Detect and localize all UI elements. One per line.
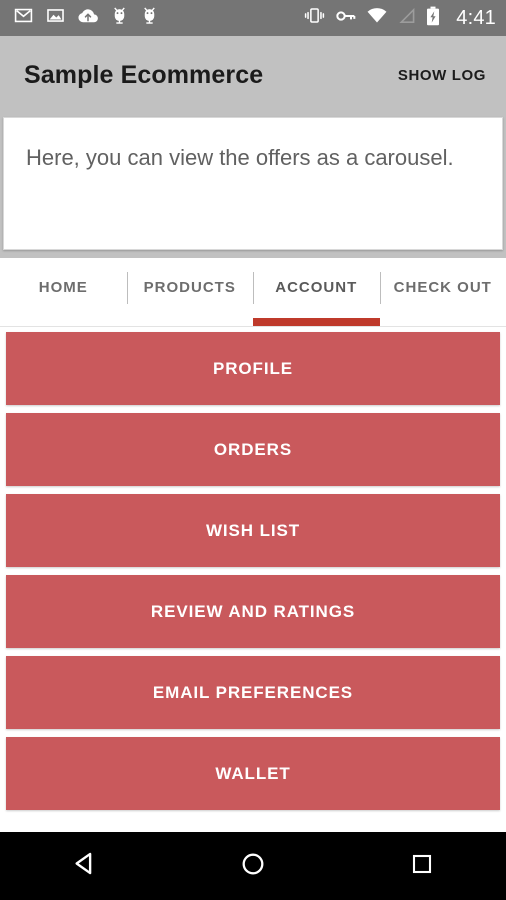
signal-icon bbox=[398, 7, 415, 29]
account-menu-list: PROFILE ORDERS WISH LIST REVIEW AND RATI… bbox=[0, 326, 506, 832]
wish-list-button[interactable]: WISH LIST bbox=[6, 494, 500, 567]
tab-home[interactable]: HOME bbox=[0, 258, 127, 326]
page-title: Sample Ecommerce bbox=[24, 60, 264, 89]
tab-check-out-label: CHECK OUT bbox=[393, 278, 492, 296]
android-screen: 4:41 Sample Ecommerce SHOW LOG Here, you… bbox=[0, 0, 506, 900]
tab-account-label: ACCOUNT bbox=[275, 278, 358, 296]
recents-icon bbox=[410, 852, 434, 881]
orders-button[interactable]: ORDERS bbox=[6, 413, 500, 486]
screenshot-image-icon bbox=[46, 6, 65, 30]
tab-home-label: HOME bbox=[38, 278, 88, 296]
show-log-button[interactable]: SHOW LOG bbox=[392, 59, 492, 92]
nav-home-button[interactable] bbox=[169, 851, 338, 882]
tab-check-out[interactable]: CHECK OUT bbox=[379, 258, 506, 326]
tab-products-label: PRODUCTS bbox=[143, 278, 236, 296]
battery-charging-icon bbox=[426, 6, 440, 31]
cloud-upload-icon bbox=[78, 6, 98, 31]
status-bar: 4:41 bbox=[0, 0, 506, 36]
carousel-card-container: Here, you can view the offers as a carou… bbox=[0, 114, 506, 258]
status-bar-clock: 4:41 bbox=[456, 7, 496, 29]
nav-recents-button[interactable] bbox=[337, 852, 506, 881]
wallet-button[interactable]: WALLET bbox=[6, 737, 500, 810]
status-bar-left-icons bbox=[14, 6, 158, 31]
gmail-icon bbox=[14, 6, 33, 30]
app-bar: Sample Ecommerce SHOW LOG bbox=[0, 36, 506, 114]
tab-products[interactable]: PRODUCTS bbox=[126, 258, 254, 326]
tab-account[interactable]: ACCOUNT bbox=[253, 258, 380, 326]
vibrate-icon bbox=[304, 7, 325, 29]
nav-back-button[interactable] bbox=[0, 850, 169, 882]
android-debug-icon bbox=[111, 6, 128, 30]
status-bar-right-icons: 4:41 bbox=[304, 6, 496, 31]
email-preferences-button[interactable]: EMAIL PREFERENCES bbox=[6, 656, 500, 729]
back-icon bbox=[71, 850, 98, 882]
android-debug-icon-2 bbox=[141, 6, 158, 30]
wifi-icon bbox=[367, 7, 387, 29]
review-and-ratings-button[interactable]: REVIEW AND RATINGS bbox=[6, 575, 500, 648]
carousel-card[interactable]: Here, you can view the offers as a carou… bbox=[3, 117, 503, 250]
tab-bar: HOME PRODUCTS ACCOUNT CHECK OUT bbox=[0, 258, 506, 326]
carousel-card-text: Here, you can view the offers as a carou… bbox=[26, 145, 454, 170]
tab-selected-indicator bbox=[253, 318, 380, 326]
home-icon bbox=[240, 851, 266, 882]
system-navigation-bar bbox=[0, 832, 506, 900]
profile-button[interactable]: PROFILE bbox=[6, 332, 500, 405]
vpn-key-icon bbox=[336, 9, 356, 28]
